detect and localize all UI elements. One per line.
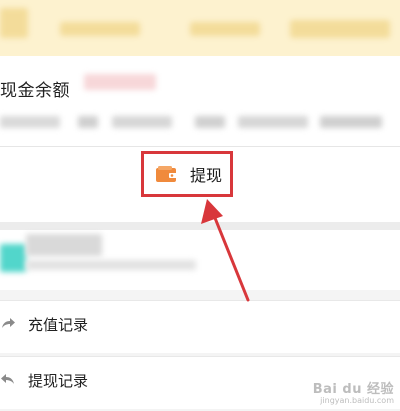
watermark: Bai du 经验 jingyan.baidu.com [313,378,394,405]
annotation-arrow [201,199,250,302]
watermark-logo: Bai du 经验 [312,382,394,397]
watermark-url: jingyan.baidu.com [320,396,394,405]
